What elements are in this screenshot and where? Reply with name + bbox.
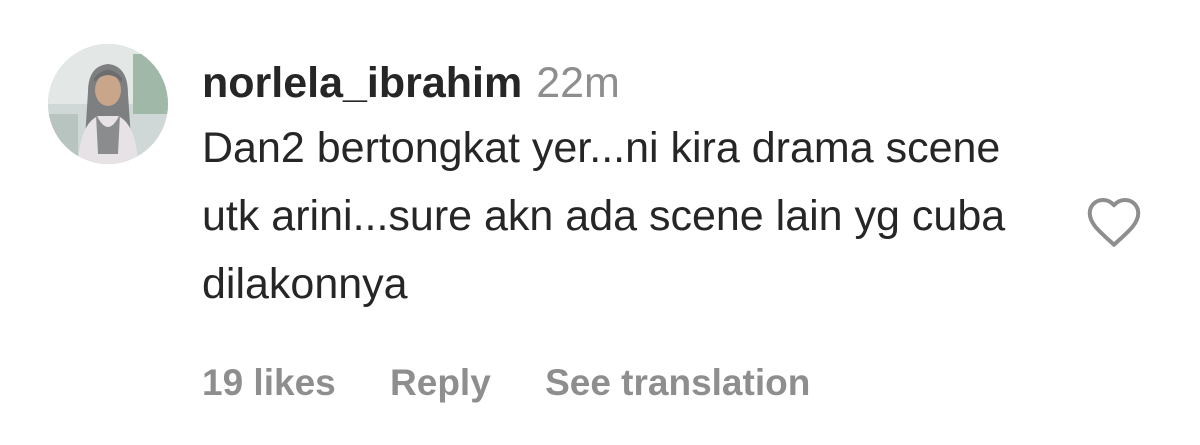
like-button[interactable] (1084, 193, 1144, 249)
avatar-image (48, 44, 168, 164)
reply-button[interactable]: Reply (390, 356, 491, 410)
likes-count[interactable]: 19 likes (202, 356, 336, 410)
heart-outline-icon (1087, 198, 1141, 247)
comment-text: Dan2 bertongkat yer...ni kira drama scen… (202, 124, 1006, 308)
comment-header: norlela_ibrahim 22m (202, 56, 1072, 110)
comment-actions: 19 likes Reply See translation (202, 356, 854, 410)
comment-timestamp: 22m (536, 59, 620, 107)
comment-body: norlela_ibrahim 22m Dan2 bertongkat yer..… (202, 56, 1072, 318)
username-link[interactable]: norlela_ibrahim (202, 59, 522, 107)
comment-item: norlela_ibrahim 22m Dan2 bertongkat yer..… (0, 0, 1200, 445)
see-translation-button[interactable]: See translation (545, 356, 810, 410)
avatar[interactable] (48, 44, 168, 164)
